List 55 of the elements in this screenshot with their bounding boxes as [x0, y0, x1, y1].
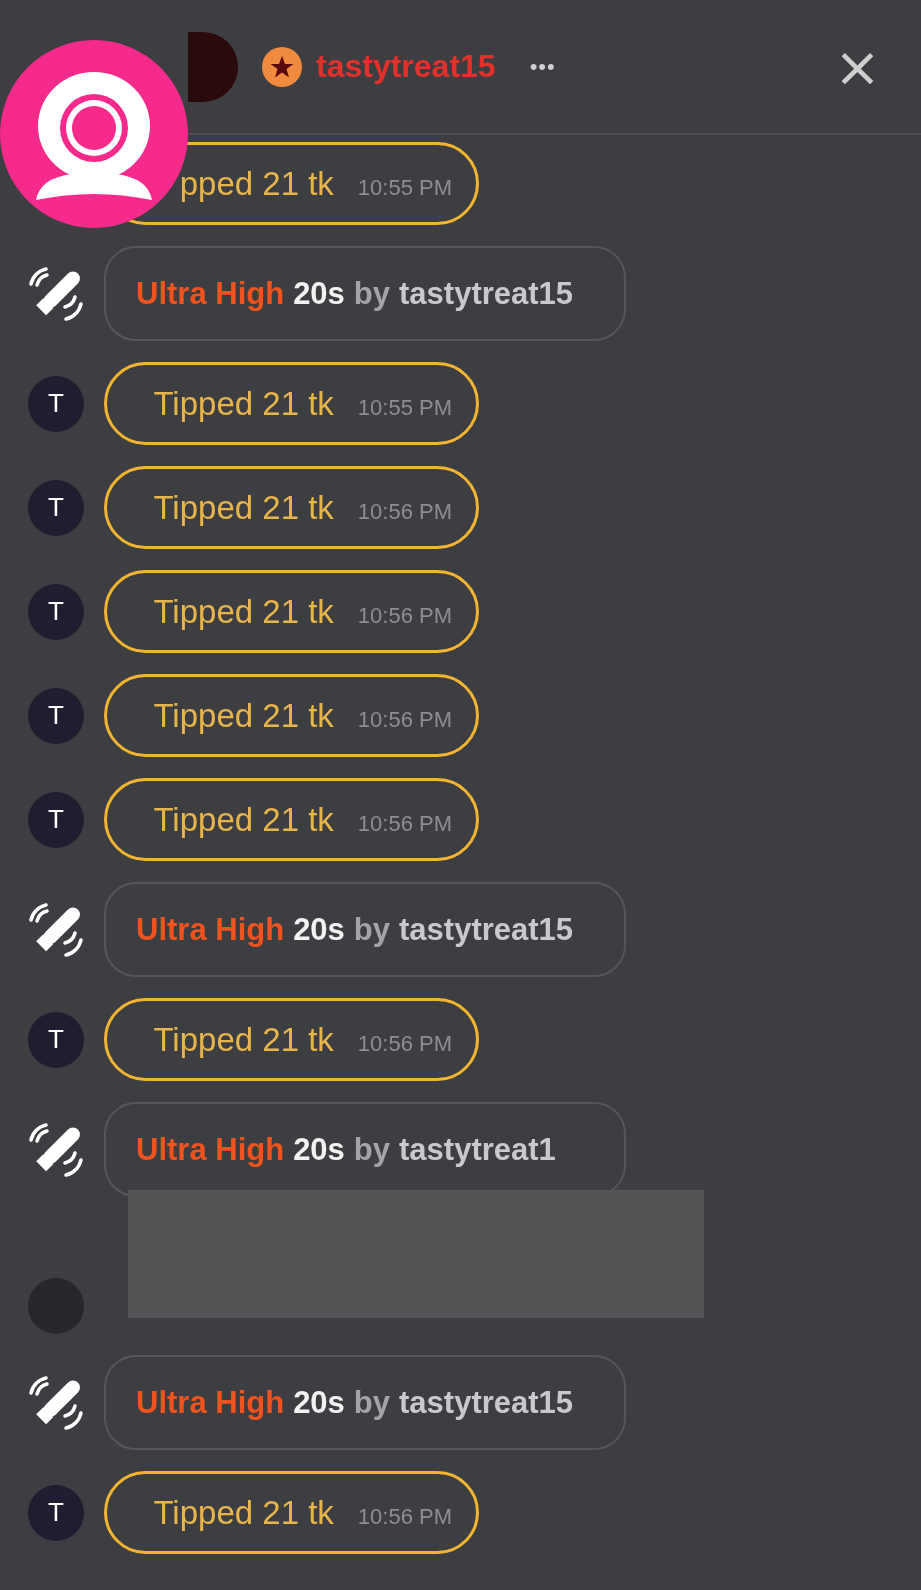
username-label: tastytreat15: [399, 911, 574, 948]
more-button[interactable]: •••: [521, 53, 564, 80]
timestamp: 10:56 PM: [357, 498, 452, 525]
tip-text: Tipped 21 tk: [153, 488, 334, 527]
vibrator-icon: [28, 1374, 84, 1431]
timestamp: 10:56 PM: [357, 810, 452, 837]
tip-text: pped 21 tk: [179, 164, 334, 203]
star-badge-icon: [262, 46, 302, 87]
vibrator-icon: [28, 265, 84, 322]
timestamp: 10:55 PM: [357, 394, 452, 421]
tip-text: Tipped 21 tk: [153, 800, 334, 839]
close-button[interactable]: ×: [834, 38, 881, 95]
level-label: Ultra High: [136, 275, 285, 312]
timestamp: 10:56 PM: [357, 1030, 452, 1057]
username-label: tastytreat1: [399, 1131, 556, 1168]
user-avatar[interactable]: [188, 31, 238, 102]
tip-text: Tipped 21 tk: [153, 592, 334, 631]
vibrator-icon: [28, 901, 84, 958]
timestamp: 10:56 PM: [357, 706, 452, 733]
avatar-initial: T: [48, 492, 64, 523]
level-label: Ultra High: [136, 911, 285, 948]
duration-label: 20s: [293, 1131, 345, 1168]
duration-label: 20s: [293, 275, 345, 312]
tip-text: Tipped 21 tk: [153, 384, 334, 423]
level-label: Ultra High: [136, 1131, 285, 1168]
tip-text: Tipped 21 tk: [153, 1493, 334, 1532]
by-label: by: [353, 911, 391, 948]
avatar-initial: T: [48, 388, 64, 419]
avatar-initial: T: [48, 1497, 64, 1528]
vibrator-icon: [28, 1121, 84, 1178]
duration-label: 20s: [293, 1384, 345, 1421]
user-avatar[interactable]: T: [28, 791, 84, 848]
avatar-initial: T: [48, 700, 64, 731]
by-label: by: [353, 275, 391, 312]
tip-text: Tipped 21 tk: [153, 1020, 334, 1059]
user-avatar[interactable]: T: [28, 1484, 84, 1541]
by-label: by: [353, 1131, 391, 1168]
tip-text: Tipped 21 tk: [153, 696, 334, 735]
user-avatar[interactable]: T: [28, 583, 84, 640]
user-avatar[interactable]: T: [28, 1011, 84, 1068]
user-avatar[interactable]: T: [28, 375, 84, 432]
level-label: Ultra High: [136, 1384, 285, 1421]
avatar-initial: T: [48, 596, 64, 627]
timestamp: 10:56 PM: [357, 602, 452, 629]
duration-label: 20s: [293, 911, 345, 948]
by-label: by: [353, 1384, 391, 1421]
user-avatar[interactable]: [28, 1278, 84, 1334]
timestamp: 10:56 PM: [357, 1503, 452, 1530]
avatar-initial: T: [48, 804, 64, 835]
username-label: tastytreat15: [399, 275, 574, 312]
avatar-initial: T: [48, 1024, 64, 1055]
timestamp: 10:55 PM: [357, 174, 452, 201]
user-avatar[interactable]: T: [28, 687, 84, 744]
username-label: tastytreat15: [399, 1384, 574, 1421]
user-avatar[interactable]: T: [28, 479, 84, 536]
